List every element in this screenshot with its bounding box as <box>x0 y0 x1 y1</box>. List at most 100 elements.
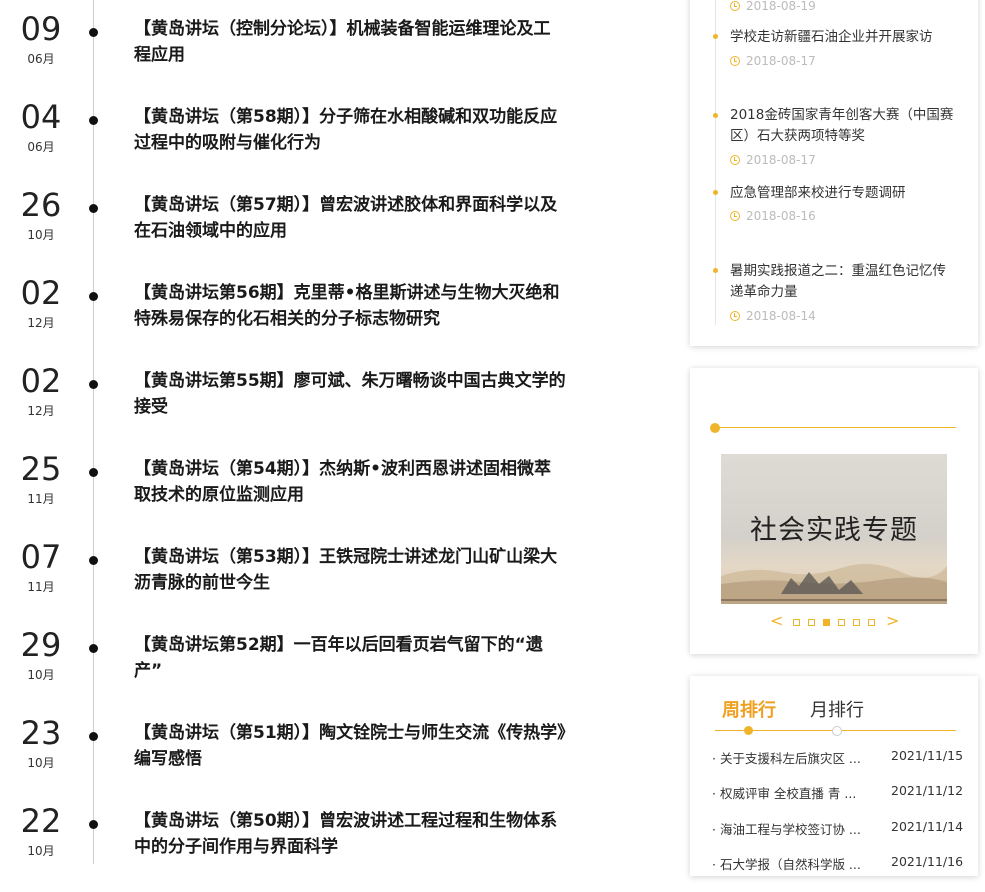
ranking-row[interactable]: · 权威评审 全校直播 青 ... 2021/11/12 <box>712 783 964 803</box>
slide-image-social-practice[interactable]: 社会实践专题 <box>721 454 947 604</box>
news-panel: 2018-08-19 学校走访新疆石油企业并开展家访 2018-08-17 20… <box>690 0 978 346</box>
slide-indicator[interactable] <box>808 619 815 626</box>
lecture-title-link[interactable]: 【黄岛讲坛（第51期）】陶文铨院士与师生交流《传热学》编写感悟 <box>134 720 566 772</box>
date-month: 11月 <box>27 580 55 594</box>
lecture-title-link[interactable]: 【黄岛讲坛第52期】一百年以后回看页岩气留下的“遗产” <box>134 632 566 684</box>
lecture-title-link[interactable]: 【黄岛讲坛（第57期）】曾宏波讲述胶体和界面科学以及在石油领域中的应用 <box>134 192 566 244</box>
timeline-item[interactable]: 02 12月 【黄岛讲坛第56期】克里蒂•格里斯讲述与生物大灭绝和特殊易保存的化… <box>0 276 680 364</box>
date-month: 10月 <box>27 668 55 682</box>
clock-icon <box>730 211 740 221</box>
ranking-panel: 周排行 月排行 · 关于支援科左后旗灾区 ... 2021/11/15 · 权威… <box>690 676 978 876</box>
timeline-item[interactable]: 26 10月 【黄岛讲坛（第57期）】曾宏波讲述胶体和界面科学以及在石油领域中的… <box>0 188 680 276</box>
lecture-title-link[interactable]: 【黄岛讲坛（第50期）】曾宏波讲述工程过程和生物体系中的分子间作用与界面科学 <box>134 808 566 860</box>
clock-icon <box>730 1 740 11</box>
timeline-dot <box>89 116 98 125</box>
news-title-link[interactable]: 应急管理部来校进行专题调研 <box>730 183 955 204</box>
slide-indicator-active[interactable] <box>823 619 830 626</box>
clock-icon <box>730 311 740 321</box>
timeline-item[interactable]: 04 06月 【黄岛讲坛（第58期）】分子筛在水相酸碱和双功能反应过程中的吸附与… <box>0 100 680 188</box>
active-tab-marker <box>744 726 753 735</box>
slide-indicator[interactable] <box>793 619 800 626</box>
timeline-item[interactable]: 09 06月 【黄岛讲坛（控制分论坛）】机械装备智能运维理论及工程应用 <box>0 12 680 100</box>
slide-indicator[interactable] <box>868 619 875 626</box>
next-arrow-icon[interactable]: > <box>886 611 899 630</box>
timeline-dot <box>89 556 98 565</box>
slide-indicator[interactable] <box>853 619 860 626</box>
ranking-title-link[interactable]: · 海油工程与学校签订协 ... <box>712 819 877 838</box>
lecture-title-link[interactable]: 【黄岛讲坛（第54期）】杰纳斯•波利西恩讲述固相微萃取技术的原位监测应用 <box>134 456 566 508</box>
timeline-dot <box>89 28 98 37</box>
ranking-row[interactable]: · 石大学报（自然科学版 ... 2021/11/16 <box>712 854 964 874</box>
date-day: 23 <box>20 714 62 752</box>
timeline-dot <box>89 380 98 389</box>
timeline-dot <box>89 292 98 301</box>
prev-arrow-icon[interactable]: < <box>770 611 783 630</box>
news-title-link[interactable]: 2018金砖国家青年创客大赛（中国赛区）石大获两项特等奖 <box>730 105 955 147</box>
date-day: 22 <box>20 802 62 840</box>
timeline-dot <box>89 732 98 741</box>
date-day: 29 <box>20 626 62 664</box>
date-day: 07 <box>20 538 62 576</box>
date-day: 02 <box>20 362 62 400</box>
slide-caption: 社会实践专题 <box>750 515 918 546</box>
date-month: 10月 <box>27 756 55 770</box>
timeline-item[interactable]: 07 11月 【黄岛讲坛（第53期）】王铁冠院士讲述龙门山矿山梁大沥青脉的前世今… <box>0 540 680 628</box>
timeline-item[interactable]: 29 10月 【黄岛讲坛第52期】一百年以后回看页岩气留下的“遗产” <box>0 628 680 716</box>
date-month: 12月 <box>27 316 55 330</box>
lecture-title-link[interactable]: 【黄岛讲坛第56期】克里蒂•格里斯讲述与生物大灭绝和特殊易保存的化石相关的分子标… <box>134 280 566 332</box>
topic-slider-panel: 社会实践专题 < > <box>690 368 978 654</box>
section-marker <box>710 423 720 433</box>
news-date: 2018-08-14 <box>730 309 816 323</box>
timeline-item[interactable]: 23 10月 【黄岛讲坛（第51期）】陶文铨院士与师生交流《传热学》编写感悟 <box>0 716 680 804</box>
timeline-item[interactable]: 22 10月 【黄岛讲坛（第50期）】曾宏波讲述工程过程和生物体系中的分子间作用… <box>0 804 680 892</box>
news-bullet <box>713 190 718 195</box>
tab-weekly-ranking[interactable]: 周排行 <box>722 696 776 722</box>
lecture-title-link[interactable]: 【黄岛讲坛第55期】廖可斌、朱万曙畅谈中国古典文学的接受 <box>134 368 566 420</box>
timeline-dot <box>89 820 98 829</box>
ranking-title-link[interactable]: · 关于支援科左后旗灾区 ... <box>712 748 877 767</box>
date-month: 10月 <box>27 228 55 242</box>
news-timeline-line <box>715 0 716 325</box>
ranking-date: 2021/11/16 <box>891 854 964 869</box>
news-title-link[interactable]: 学校走访新疆石油企业并开展家访 <box>730 27 955 48</box>
date-month: 10月 <box>27 844 55 858</box>
slide-indicator[interactable] <box>838 619 845 626</box>
timeline-dot <box>89 468 98 477</box>
ranking-title-link[interactable]: · 权威评审 全校直播 青 ... <box>712 783 877 802</box>
timeline-dot <box>89 204 98 213</box>
date-day: 25 <box>20 450 62 488</box>
section-divider <box>715 427 956 428</box>
date-month: 12月 <box>27 404 55 418</box>
ranking-row[interactable]: · 海油工程与学校签订协 ... 2021/11/14 <box>712 819 964 839</box>
news-bullet <box>713 34 718 39</box>
date-day: 26 <box>20 186 62 224</box>
lecture-title-link[interactable]: 【黄岛讲坛（控制分论坛）】机械装备智能运维理论及工程应用 <box>134 16 566 68</box>
date-month: 11月 <box>27 492 55 506</box>
clock-icon <box>730 155 740 165</box>
news-bullet <box>713 268 718 273</box>
news-title-link[interactable]: 暑期实践报道之二：重温红色记忆传递革命力量 <box>730 261 955 303</box>
news-date: 2018-08-17 <box>730 153 816 167</box>
news-date: 2018-08-16 <box>730 209 816 223</box>
lecture-title-link[interactable]: 【黄岛讲坛（第53期）】王铁冠院士讲述龙门山矿山梁大沥青脉的前世今生 <box>134 544 566 596</box>
ranking-date: 2021/11/14 <box>891 819 964 834</box>
date-month: 06月 <box>27 52 55 66</box>
ranking-row[interactable]: · 关于支援科左后旗灾区 ... 2021/11/15 <box>712 748 964 768</box>
tab-monthly-ranking[interactable]: 月排行 <box>810 696 864 722</box>
ranking-date: 2021/11/15 <box>891 748 964 763</box>
date-day: 02 <box>20 274 62 312</box>
date-day: 09 <box>20 10 62 48</box>
news-bullet <box>713 113 718 118</box>
inactive-tab-marker <box>832 726 842 736</box>
timeline-item[interactable]: 25 11月 【黄岛讲坛（第54期）】杰纳斯•波利西恩讲述固相微萃取技术的原位监… <box>0 452 680 540</box>
timeline-item[interactable]: 02 12月 【黄岛讲坛第55期】廖可斌、朱万曙畅谈中国古典文学的接受 <box>0 364 680 452</box>
clock-icon <box>730 56 740 66</box>
lecture-title-link[interactable]: 【黄岛讲坛（第58期）】分子筛在水相酸碱和双功能反应过程中的吸附与催化行为 <box>134 104 566 156</box>
ranking-date: 2021/11/12 <box>891 783 964 798</box>
date-month: 06月 <box>27 140 55 154</box>
timeline-dot <box>89 644 98 653</box>
date-day: 04 <box>20 98 62 136</box>
news-date: 2018-08-19 <box>730 0 816 13</box>
lecture-timeline: 09 06月 【黄岛讲坛（控制分论坛）】机械装备智能运维理论及工程应用 04 0… <box>0 0 680 864</box>
news-date: 2018-08-17 <box>730 54 816 68</box>
